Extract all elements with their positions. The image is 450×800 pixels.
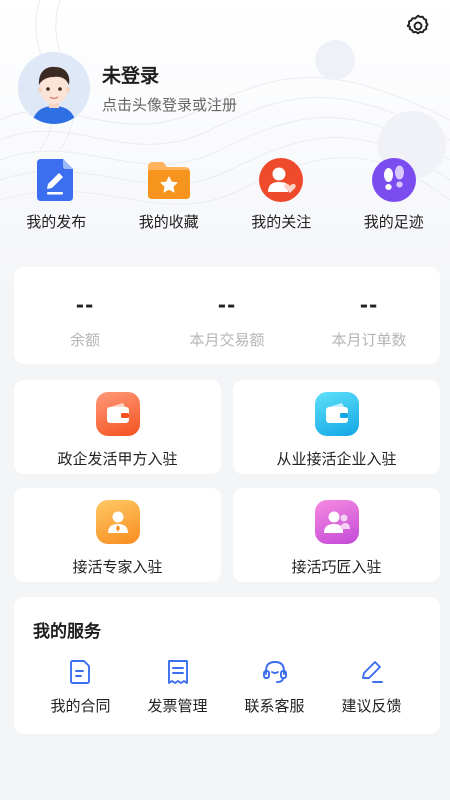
service-feedback[interactable]: 建议反馈 — [323, 657, 420, 716]
folder-star-icon — [146, 157, 192, 203]
entry-card-label: 从业接活企业入驻 — [276, 450, 397, 468]
service-label: 发票管理 — [147, 697, 208, 715]
quick-item-label: 我的关注 — [251, 213, 312, 231]
service-label: 建议反馈 — [341, 697, 402, 715]
entry-card-expert[interactable]: 接活专家入驻 — [14, 488, 221, 582]
service-invoice-management[interactable]: 发票管理 — [129, 657, 226, 716]
quick-item-my-footprints[interactable]: 我的足迹 — [338, 157, 450, 232]
services-title: 我的服务 — [33, 622, 101, 642]
stat-monthly-orders[interactable]: -- 本月订单数 — [298, 267, 440, 364]
user-avatar-icon[interactable] — [18, 52, 90, 124]
stat-monthly-transactions[interactable]: -- 本月交易额 — [156, 267, 298, 364]
contract-icon — [66, 657, 96, 687]
service-label: 我的合同 — [50, 697, 111, 715]
quick-item-label: 我的足迹 — [363, 213, 424, 231]
header-background — [0, 0, 450, 300]
craftsman-user-icon — [314, 500, 359, 544]
services-panel: 我的服务 我的合同 发票管理 联系客服 建议反馈 — [14, 597, 440, 734]
stat-value: -- — [217, 293, 237, 317]
entry-card-enterprise[interactable]: 从业接活企业入驻 — [233, 380, 440, 474]
expert-user-icon — [95, 500, 140, 544]
document-edit-icon — [33, 157, 79, 203]
service-label: 联系客服 — [244, 697, 305, 715]
profile-section[interactable]: 未登录 点击头像登录或注册 — [18, 52, 237, 124]
login-hint[interactable]: 点击头像登录或注册 — [102, 94, 237, 115]
quick-actions: 我的发布 我的收藏 我的关注 我的足迹 — [0, 157, 450, 232]
wallet-icon — [95, 392, 140, 436]
entry-card-label: 政企发活甲方入驻 — [57, 450, 178, 468]
quick-item-label: 我的收藏 — [138, 213, 199, 231]
entry-card-label: 接活专家入驻 — [72, 558, 163, 576]
gear-icon — [406, 14, 429, 35]
invoice-icon — [163, 657, 193, 687]
login-status: 未登录 — [102, 65, 160, 87]
quick-item-my-posts[interactable]: 我的发布 — [0, 157, 113, 232]
wallet-icon — [314, 392, 359, 436]
quick-item-my-favorites[interactable]: 我的收藏 — [113, 157, 226, 232]
entry-card-craftsman[interactable]: 接活巧匠入驻 — [233, 488, 440, 582]
stat-value: -- — [75, 293, 95, 317]
stat-label: 本月订单数 — [331, 331, 407, 349]
footprints-icon — [371, 157, 417, 203]
entry-card-gov-client[interactable]: 政企发活甲方入驻 — [14, 380, 221, 474]
settings-button[interactable] — [404, 12, 432, 40]
pencil-feedback-icon — [357, 657, 387, 687]
stat-balance[interactable]: -- 余额 — [14, 267, 156, 364]
headset-icon — [260, 657, 290, 687]
service-my-contracts[interactable]: 我的合同 — [32, 657, 129, 716]
stat-label: 本月交易额 — [189, 331, 265, 349]
stat-value: -- — [359, 293, 379, 317]
stats-panel: -- 余额 -- 本月交易额 -- 本月订单数 — [14, 267, 440, 364]
stat-label: 余额 — [69, 331, 100, 349]
user-heart-icon — [258, 157, 304, 203]
quick-item-my-follows[interactable]: 我的关注 — [225, 157, 338, 232]
service-contact-support[interactable]: 联系客服 — [226, 657, 323, 716]
quick-item-label: 我的发布 — [26, 213, 87, 231]
entry-card-label: 接活巧匠入驻 — [291, 558, 382, 576]
